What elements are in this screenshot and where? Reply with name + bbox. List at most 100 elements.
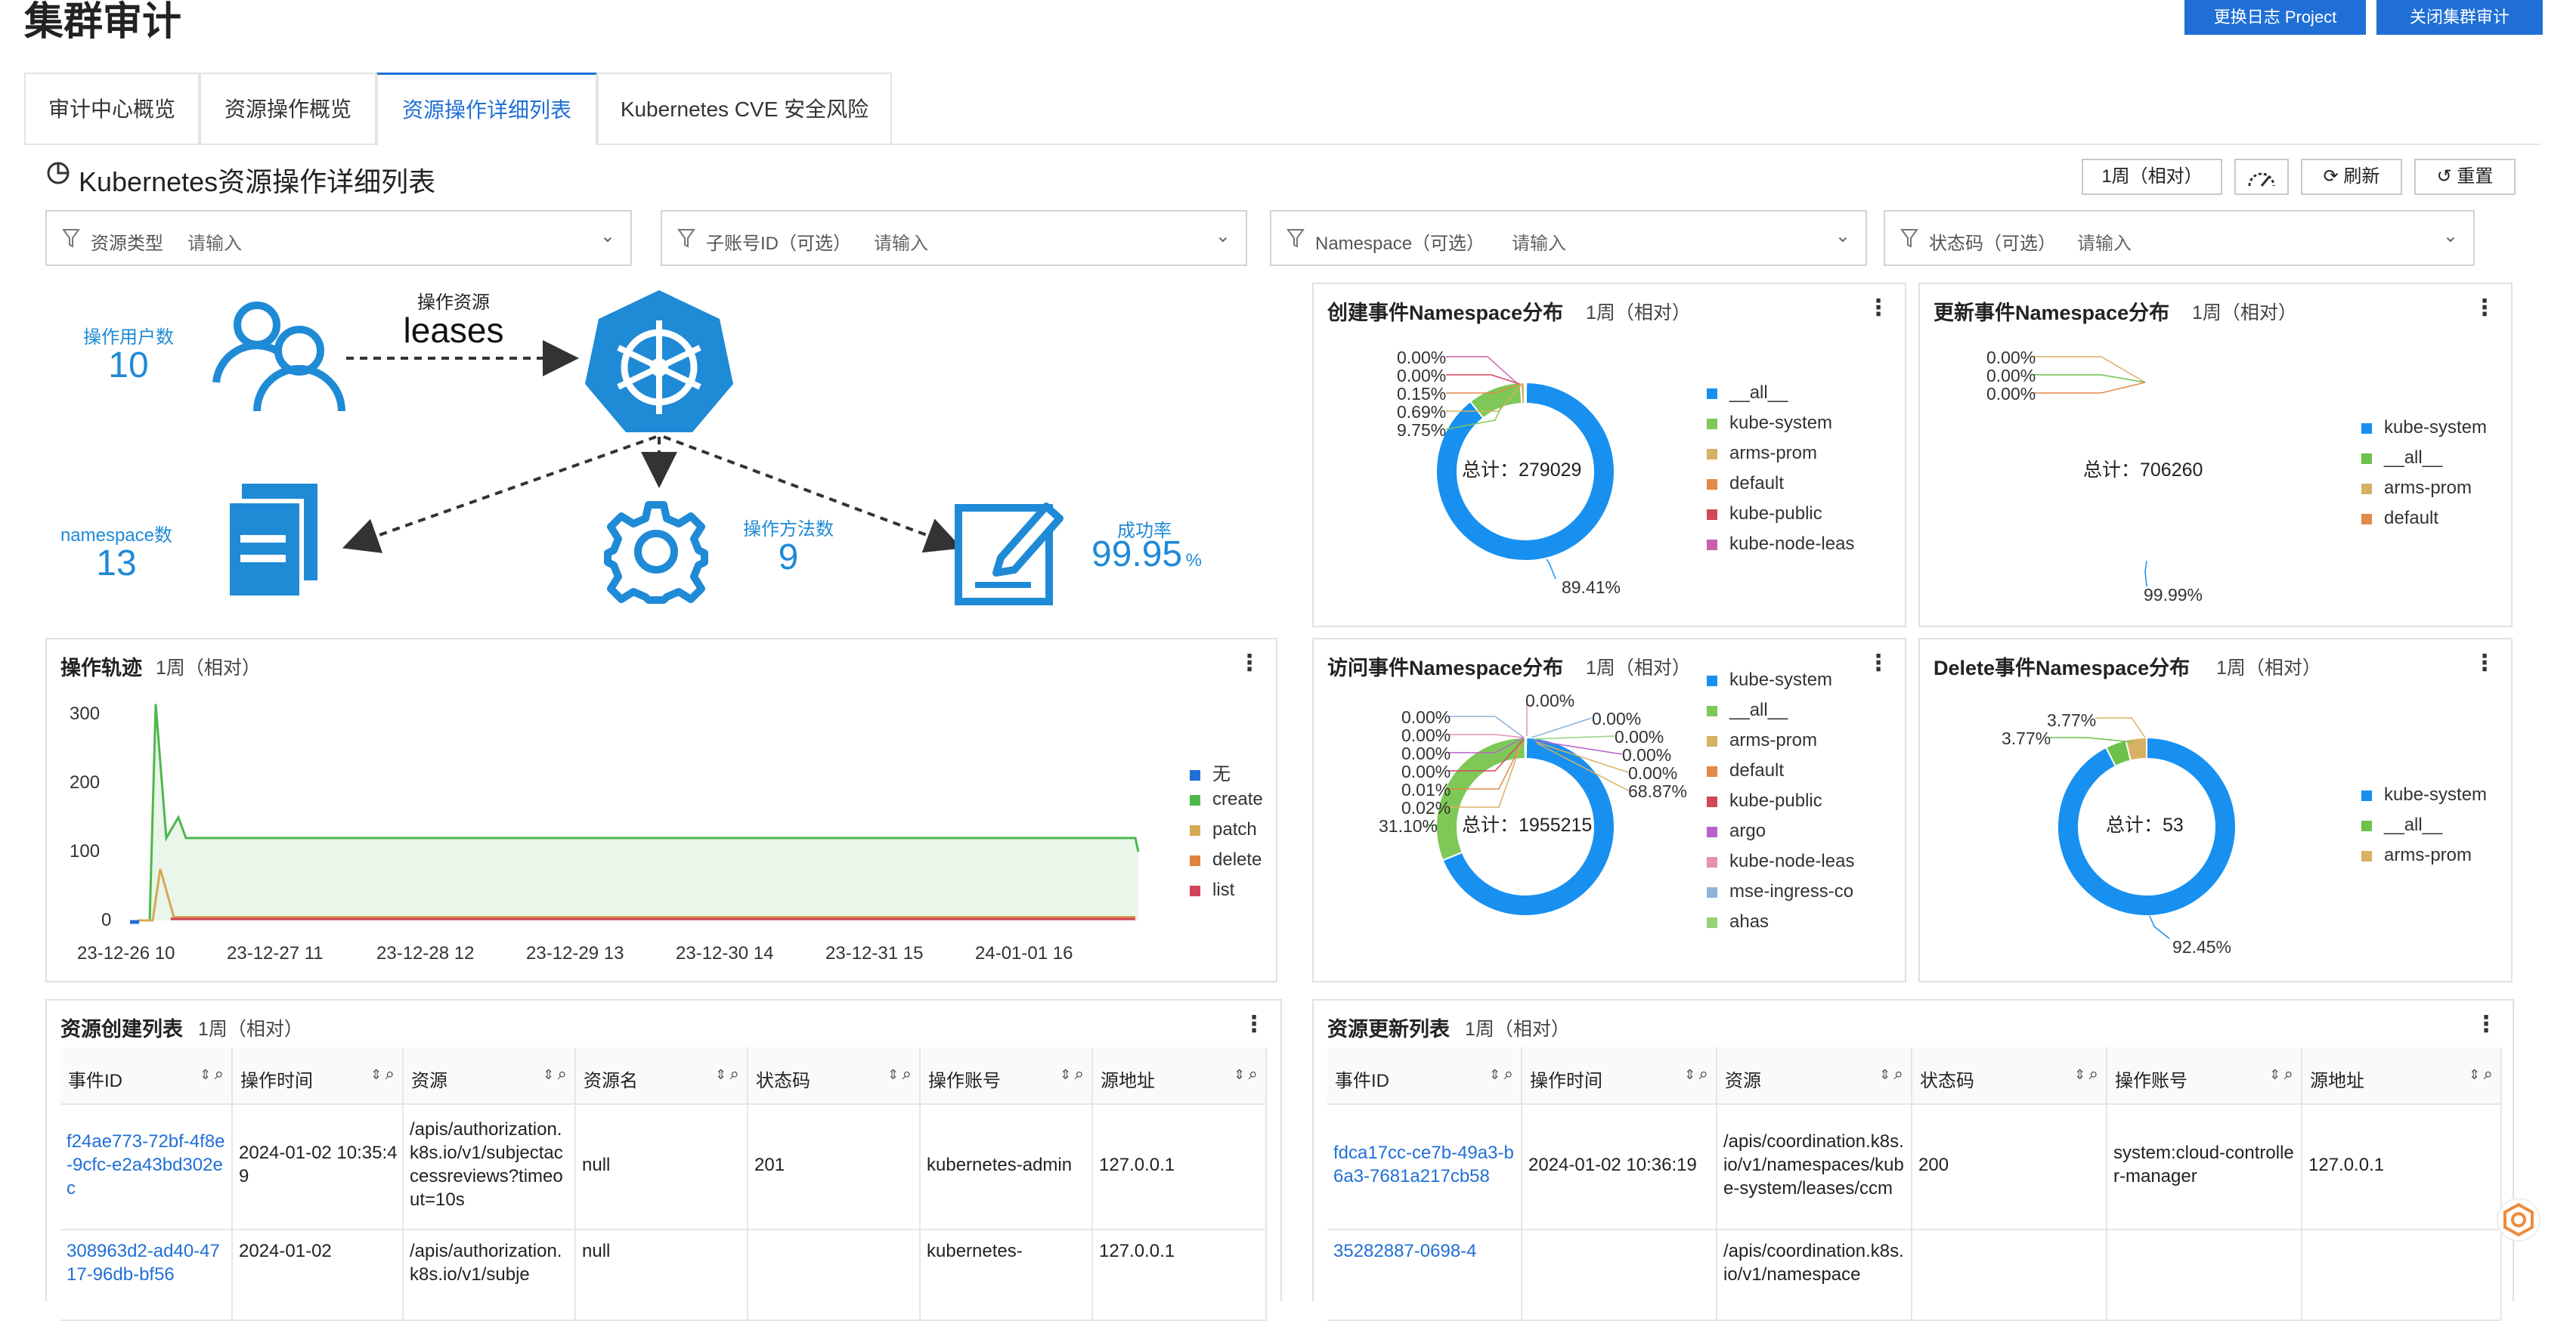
sort-icon[interactable]: ⇕ (1489, 1067, 1500, 1082)
legend-item[interactable]: default (2361, 508, 2438, 529)
legend-item[interactable]: kube-system (1707, 413, 1832, 434)
search-icon[interactable]: ⌕ (2089, 1064, 2098, 1083)
event-id-link[interactable]: f24ae773-72bf-4f8e-9cfc-e2a43bd302ec (67, 1123, 227, 1206)
search-icon[interactable]: ⌕ (1249, 1064, 1258, 1083)
tab-resource-detail[interactable]: 资源操作详细列表 (376, 73, 597, 145)
legend-item[interactable]: argo (1707, 821, 1766, 842)
search-icon[interactable]: ⌕ (2284, 1064, 2293, 1083)
search-icon[interactable]: ⌕ (1504, 1064, 1513, 1083)
legend-item[interactable]: kube-public (1707, 790, 1822, 812)
legend-item[interactable]: 无 (1190, 759, 1231, 785)
sort-icon[interactable]: ⇕ (1879, 1067, 1890, 1082)
column-header[interactable]: 资源 ⇕ ⌕ (404, 1047, 576, 1103)
legend-item[interactable]: __all__ (2361, 447, 2442, 469)
column-header[interactable]: 操作账号 ⇕ ⌕ (921, 1047, 1093, 1103)
search-icon[interactable]: ⌕ (903, 1064, 912, 1083)
column-tools[interactable]: ⇕ ⌕ (887, 1064, 912, 1084)
legend-item[interactable]: arms-prom (1707, 730, 1817, 751)
tab-cve[interactable]: Kubernetes CVE 安全风险 (597, 73, 892, 144)
column-header[interactable]: 源地址 ⇕ ⌕ (2302, 1047, 2502, 1103)
column-tools[interactable]: ⇕ ⌕ (2074, 1064, 2098, 1084)
legend-item[interactable]: kube-system (2361, 417, 2487, 438)
search-icon[interactable]: ⌕ (1075, 1064, 1084, 1083)
legend-item[interactable]: patch (1190, 819, 1257, 840)
column-tools[interactable]: ⇕ ⌕ (2269, 1064, 2293, 1084)
table-row[interactable]: fdca17cc-ce7b-49a3-b6a3-7681a217cb58 2024… (1327, 1103, 2502, 1230)
filter-namespace[interactable]: Namespace（可选） 请输入 ⌄ (1270, 210, 1867, 266)
table-row[interactable]: 308963d2-ad40-4717-96db-bf56 2024-01-02/a… (60, 1229, 1267, 1321)
reset-button[interactable]: ↺ 重置 (2414, 159, 2516, 195)
search-icon[interactable]: ⌕ (558, 1064, 567, 1083)
more-icon[interactable]: ⋮ (2475, 1011, 2497, 1038)
column-tools[interactable]: ⇕ ⌕ (715, 1064, 739, 1084)
legend-item[interactable]: arms-prom (2361, 845, 2472, 866)
legend-item[interactable]: create (1190, 789, 1263, 810)
event-id-link[interactable]: fdca17cc-ce7b-49a3-b6a3-7681a217cb58 (1333, 1123, 1516, 1206)
sort-icon[interactable]: ⇕ (2469, 1067, 2480, 1082)
refresh-button[interactable]: ⟳ 刷新 (2301, 159, 2402, 195)
table-row[interactable]: 35282887-0698-4/apis/coordination.k8s.io… (1327, 1229, 2502, 1321)
column-header[interactable]: 操作时间 ⇕ ⌕ (1522, 1047, 1717, 1103)
column-tools[interactable]: ⇕ ⌕ (543, 1064, 567, 1084)
event-id-link[interactable]: 308963d2-ad40-4717-96db-bf56 (67, 1239, 227, 1315)
search-icon[interactable]: ⌕ (385, 1064, 395, 1083)
legend-item[interactable]: kube-system (2361, 784, 2487, 806)
column-header[interactable]: 资源 ⇕ ⌕ (1717, 1047, 1912, 1103)
sort-icon[interactable]: ⇕ (370, 1067, 382, 1082)
column-header[interactable]: 事件ID ⇕ ⌕ (60, 1047, 233, 1103)
speedometer-icon[interactable] (2234, 159, 2289, 195)
sort-icon[interactable]: ⇕ (715, 1067, 726, 1082)
search-icon[interactable]: ⌕ (730, 1064, 739, 1083)
legend-item[interactable]: arms-prom (2361, 478, 2472, 499)
sort-icon[interactable]: ⇕ (887, 1067, 899, 1082)
event-id-link[interactable]: 35282887-0698-4 (1333, 1239, 1516, 1315)
sort-icon[interactable]: ⇕ (200, 1067, 211, 1082)
close-audit-button[interactable]: 关闭集群审计 (2376, 0, 2543, 35)
sort-icon[interactable]: ⇕ (1684, 1067, 1695, 1082)
legend-item[interactable]: kube-public (1707, 503, 1822, 524)
column-tools[interactable]: ⇕ ⌕ (1489, 1064, 1513, 1084)
tab-audit-overview[interactable]: 审计中心概览 (24, 73, 200, 144)
sort-icon[interactable]: ⇕ (2269, 1067, 2280, 1082)
search-icon[interactable]: ⌕ (1699, 1064, 1708, 1083)
column-header[interactable]: 状态码 ⇕ ⌕ (748, 1047, 921, 1103)
column-tools[interactable]: ⇕ ⌕ (1060, 1064, 1084, 1084)
column-tools[interactable]: ⇕ ⌕ (1879, 1064, 1903, 1084)
sort-icon[interactable]: ⇕ (2074, 1067, 2085, 1082)
column-tools[interactable]: ⇕ ⌕ (370, 1064, 395, 1084)
table-row[interactable]: f24ae773-72bf-4f8e-9cfc-e2a43bd302ec 2024… (60, 1103, 1267, 1230)
filter-status-code[interactable]: 状态码（可选） 请输入 ⌄ (1884, 210, 2475, 266)
legend-item[interactable]: default (1707, 473, 1784, 494)
pie-slice-ahas[interactable] (1525, 736, 1528, 760)
legend-item[interactable]: __all__ (1707, 700, 1788, 721)
search-icon[interactable]: ⌕ (1894, 1064, 1903, 1083)
legend-item[interactable]: kube-node-leas (1707, 534, 1854, 555)
search-icon[interactable]: ⌕ (215, 1064, 224, 1083)
column-tools[interactable]: ⇕ ⌕ (1234, 1064, 1258, 1084)
legend-item[interactable]: kube-node-leas (1707, 851, 1854, 872)
assistant-icon[interactable] (2494, 1196, 2543, 1244)
sort-icon[interactable]: ⇕ (1234, 1067, 1245, 1082)
legend-item[interactable]: ahas (1707, 911, 1769, 933)
legend-item[interactable]: __all__ (1707, 382, 1788, 404)
pie-slice-kube-node-leas[interactable] (1525, 381, 1528, 405)
column-tools[interactable]: ⇕ ⌕ (200, 1064, 224, 1084)
column-header[interactable]: 操作时间 ⇕ ⌕ (233, 1047, 404, 1103)
legend-item[interactable]: delete (1190, 849, 1262, 871)
sort-icon[interactable]: ⇕ (1060, 1067, 1071, 1082)
legend-item[interactable]: __all__ (2361, 815, 2442, 836)
column-header[interactable]: 事件ID ⇕ ⌕ (1327, 1047, 1522, 1103)
column-header[interactable]: 源地址 ⇕ ⌕ (1093, 1047, 1267, 1103)
more-icon[interactable]: ⋮ (1243, 1011, 1265, 1038)
filter-subaccount[interactable]: 子账号ID（可选） 请输入 ⌄ (661, 210, 1247, 266)
column-header[interactable]: 资源名 ⇕ ⌕ (576, 1047, 748, 1103)
time-range-button[interactable]: 1周（相对） (2082, 159, 2222, 195)
legend-item[interactable]: default (1707, 760, 1784, 781)
column-tools[interactable]: ⇕ ⌕ (2469, 1064, 2493, 1084)
filter-resource-type[interactable]: 资源类型 请输入 ⌄ (45, 210, 632, 266)
sort-icon[interactable]: ⇕ (543, 1067, 554, 1082)
column-header[interactable]: 状态码 ⇕ ⌕ (1912, 1047, 2107, 1103)
column-header[interactable]: 操作账号 ⇕ ⌕ (2107, 1047, 2302, 1103)
legend-item[interactable]: kube-system (1707, 670, 1832, 691)
legend-item[interactable]: mse-ingress-co (1707, 881, 1853, 902)
